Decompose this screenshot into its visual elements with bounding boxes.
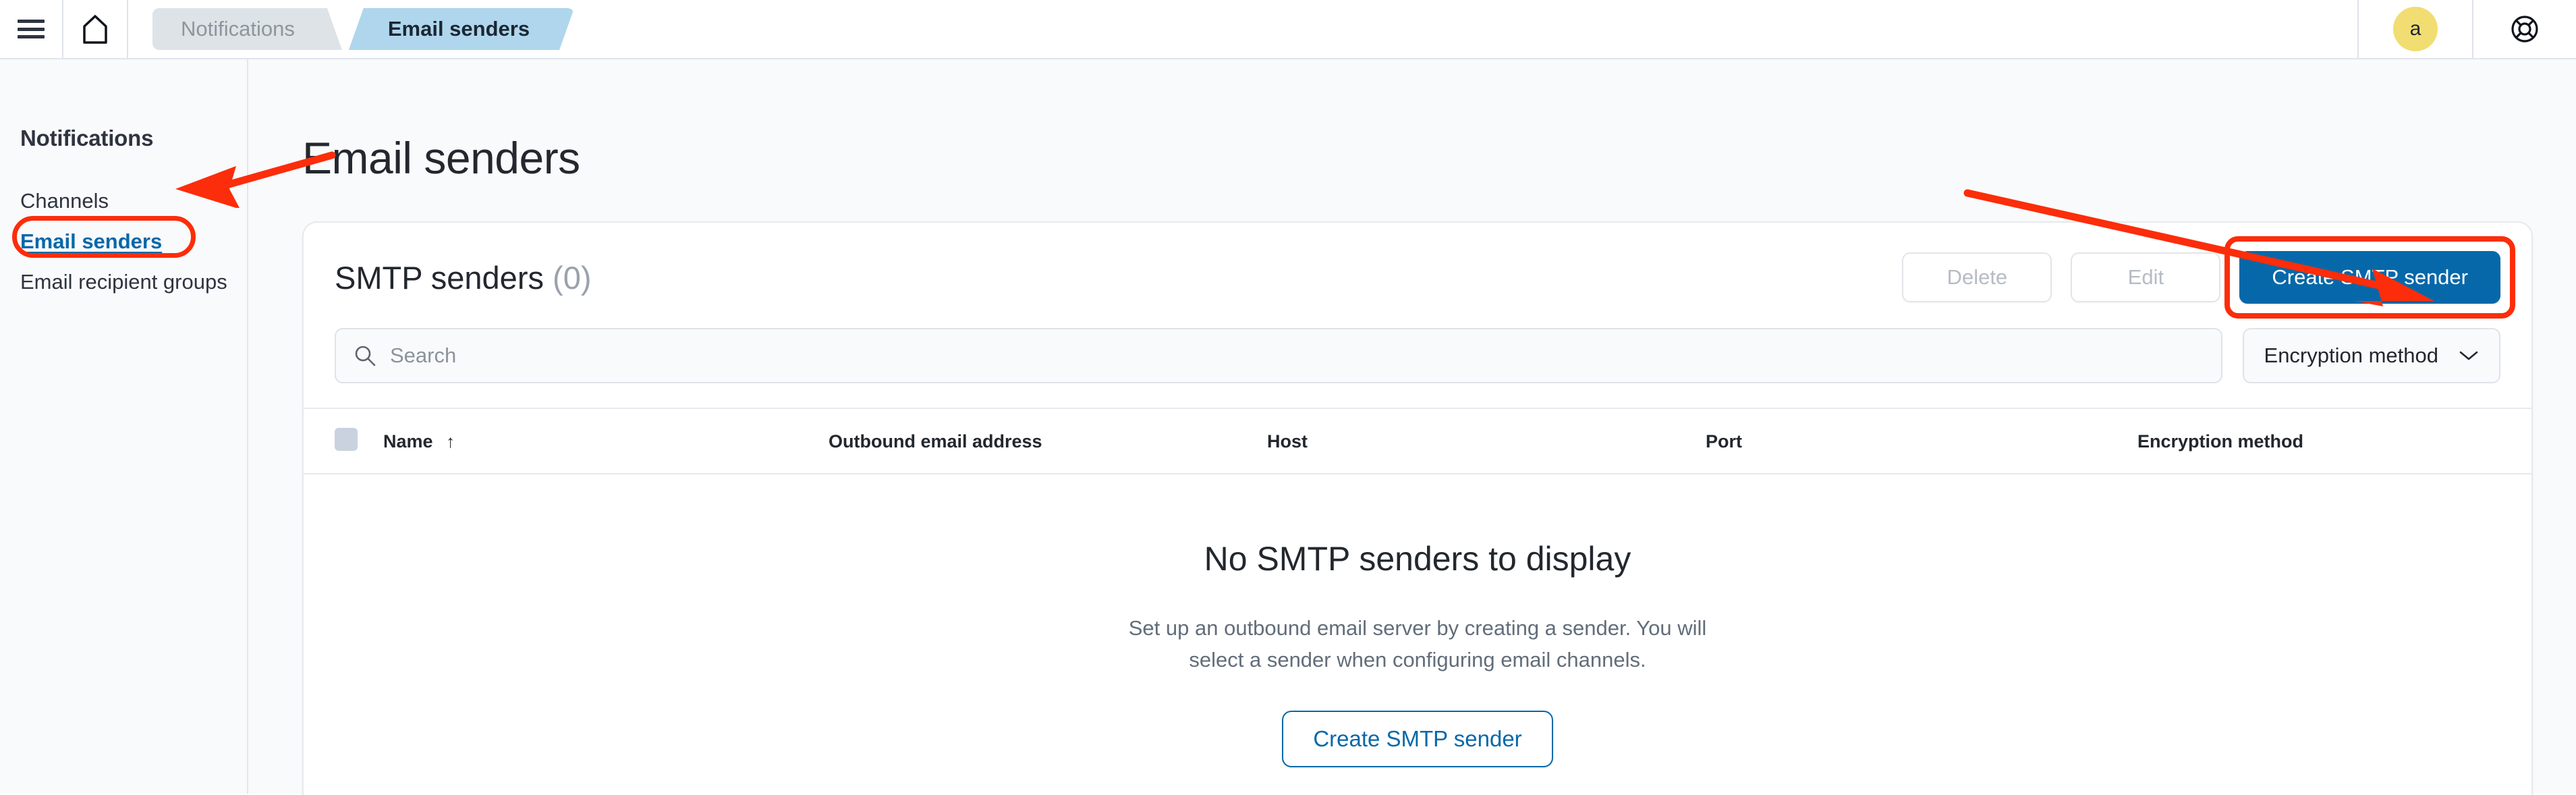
column-header-outbound-email-address[interactable]: Outbound email address <box>829 408 1267 474</box>
top-bar-right: a <box>2357 0 2576 59</box>
page-body: Notifications Channels Email senders Ema… <box>0 59 2576 795</box>
table-header-row: Name ↑ Outbound email address Host Port <box>304 408 2531 474</box>
page-title: Email senders <box>302 133 580 183</box>
empty-state: No SMTP senders to display Set up an out… <box>304 474 2531 795</box>
sidebar-item-email-senders[interactable]: Email senders <box>20 221 247 262</box>
hamburger-menu-icon <box>18 20 45 38</box>
sidebar-title: Notifications <box>20 126 154 150</box>
column-header-label: Encryption method <box>2137 431 2304 451</box>
home-button[interactable] <box>63 0 127 59</box>
search-input[interactable] <box>390 344 2204 368</box>
breadcrumb-label: Notifications <box>181 17 295 40</box>
table-body: No SMTP senders to display Set up an out… <box>304 474 2531 795</box>
avatar-initial: a <box>2409 18 2421 40</box>
create-smtp-sender-button[interactable]: Create SMTP sender <box>2239 251 2500 304</box>
column-header-label: Host <box>1267 431 1308 451</box>
card-title-count: (0) <box>553 259 592 296</box>
breadcrumb: Notifications Email senders <box>128 8 2357 50</box>
empty-state-row: No SMTP senders to display Set up an out… <box>304 474 2531 795</box>
avatar[interactable]: a <box>2393 7 2438 51</box>
edit-button[interactable]: Edit <box>2071 252 2221 302</box>
create-smtp-sender-wrapper: Create SMTP sender <box>2224 236 2515 319</box>
sidebar-item-label: Channels <box>20 189 109 213</box>
select-all-checkbox[interactable] <box>335 428 358 451</box>
column-header-label: Port <box>1706 431 1742 451</box>
card-title-text: SMTP senders <box>335 259 544 296</box>
sidebar-item-email-recipient-groups[interactable]: Email recipient groups <box>20 262 247 302</box>
column-header-host[interactable]: Host <box>1267 408 1706 474</box>
select-all-header <box>304 408 383 474</box>
search-box[interactable] <box>335 328 2222 383</box>
search-icon <box>355 346 376 366</box>
empty-state-create-smtp-sender-button[interactable]: Create SMTP sender <box>1282 711 1553 768</box>
card-header: SMTP senders (0) Delete Edit Create SMTP… <box>304 223 2531 328</box>
sidebar-item-label: Email recipient groups <box>20 270 227 294</box>
delete-button[interactable]: Delete <box>1902 252 2052 302</box>
sidebar-item-label: Email senders <box>20 229 163 253</box>
empty-state-title: No SMTP senders to display <box>1204 540 1631 578</box>
column-header-name[interactable]: Name ↑ <box>383 408 829 474</box>
breadcrumb-label: Email senders <box>387 17 530 40</box>
home-icon <box>83 15 107 44</box>
table-header: Name ↑ Outbound email address Host Port <box>304 408 2531 474</box>
chevron-down-icon <box>2459 351 2478 360</box>
empty-state-description: Set up an outbound email server by creat… <box>1128 616 1707 672</box>
column-header-encryption-method[interactable]: Encryption method <box>2137 408 2531 474</box>
smtp-senders-card: SMTP senders (0) Delete Edit Create SMTP… <box>302 221 2533 795</box>
column-header-label: Outbound email address <box>829 431 1042 451</box>
smtp-senders-table: Name ↑ Outbound email address Host Port <box>304 408 2531 795</box>
avatar-button[interactable]: a <box>2359 0 2472 59</box>
main-content: Email senders SMTP senders (0) Delete Ed… <box>248 59 2576 795</box>
encryption-method-filter-label: Encryption method <box>2264 344 2438 367</box>
sidebar: Notifications Channels Email senders Ema… <box>0 59 248 794</box>
top-bar: Notifications Email senders a <box>0 0 2576 59</box>
lifebuoy-help-icon <box>2511 16 2538 43</box>
filter-row: Encryption method <box>304 328 2531 408</box>
card-header-actions: Delete Edit Create SMTP sender <box>1902 236 2515 319</box>
breadcrumb-item-notifications[interactable]: Notifications <box>152 8 342 50</box>
card-title: SMTP senders (0) <box>335 259 592 296</box>
column-header-label: Name <box>383 431 433 451</box>
breadcrumb-item-email-senders[interactable]: Email senders <box>349 8 574 50</box>
empty-state-action: Create SMTP sender <box>304 711 2531 768</box>
empty-state-cell: No SMTP senders to display Set up an out… <box>304 474 2531 795</box>
help-button[interactable] <box>2473 0 2576 59</box>
column-header-port[interactable]: Port <box>1706 408 2137 474</box>
sidebar-item-channels[interactable]: Channels <box>20 181 247 221</box>
encryption-method-filter[interactable]: Encryption method <box>2242 328 2500 383</box>
menu-button[interactable] <box>0 0 62 59</box>
sort-ascending-icon: ↑ <box>446 431 455 451</box>
